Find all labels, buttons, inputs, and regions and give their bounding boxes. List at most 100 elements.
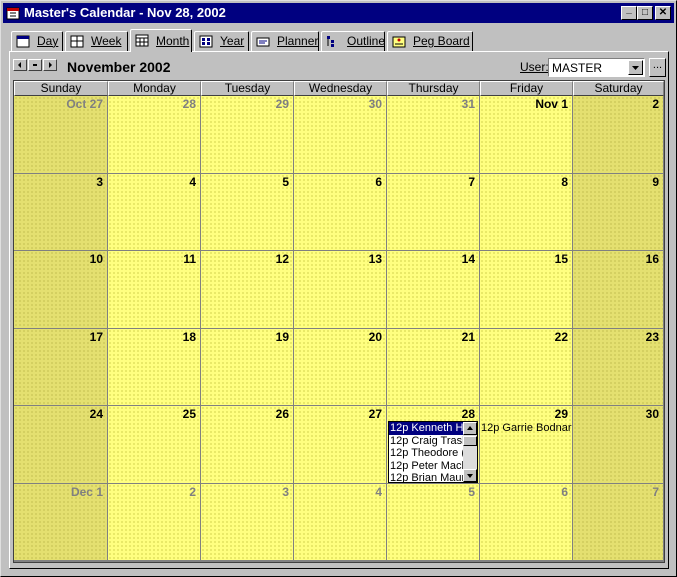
scroll-thumb[interactable] xyxy=(463,436,477,446)
event-item[interactable]: 12p Craig Trask xyxy=(389,435,464,448)
day-cell[interactable]: Nov 1 xyxy=(480,96,573,174)
next-month-button[interactable] xyxy=(43,59,57,71)
event-list-scrollbar[interactable] xyxy=(463,422,477,482)
day-cell[interactable]: 19 xyxy=(201,329,294,406)
day-cell[interactable]: 23 xyxy=(573,329,664,406)
day-cell[interactable]: 20 xyxy=(294,329,387,406)
year-view-icon xyxy=(199,35,213,48)
day-number: 26 xyxy=(275,407,289,421)
event-item[interactable]: 12p Kenneth H xyxy=(389,422,464,435)
event-item[interactable]: 12p Theodore ( xyxy=(389,447,464,460)
month-title: November 2002 xyxy=(67,59,171,75)
tab-peg-board[interactable]: Peg Board xyxy=(387,31,473,51)
day-cell[interactable]: 2 xyxy=(108,484,201,561)
tab-month[interactable]: Month xyxy=(130,29,192,52)
day-number: 5 xyxy=(468,485,475,499)
day-cell[interactable]: 29 xyxy=(201,96,294,174)
day-number: 4 xyxy=(189,175,196,189)
event-item[interactable]: 12p Brian Maur xyxy=(389,472,464,482)
day-number: 16 xyxy=(645,252,659,266)
event-item[interactable]: 12p Peter Macl xyxy=(389,460,464,473)
day-cell[interactable]: 26 xyxy=(201,406,294,484)
day-cell[interactable]: 4 xyxy=(294,484,387,561)
day-cell[interactable]: 6 xyxy=(480,484,573,561)
month-view-icon xyxy=(135,34,149,47)
event-list[interactable]: 12p Kenneth H 12p Craig Trask 12p Theodore… xyxy=(388,421,478,483)
day-cell[interactable]: 7 xyxy=(573,484,664,561)
day-number: 17 xyxy=(89,330,103,344)
day-cell[interactable]: 3 xyxy=(201,484,294,561)
day-cell[interactable]: 6 xyxy=(294,174,387,251)
day-number: Dec 1 xyxy=(70,485,103,499)
day-cell[interactable]: 8 xyxy=(480,174,573,251)
day-cell[interactable]: 29 12p Garrie Bodnar xyxy=(480,406,573,484)
day-cell[interactable]: 17 xyxy=(14,329,108,406)
tab-label: Day xyxy=(37,34,59,48)
chevron-down-icon xyxy=(632,66,639,70)
day-header-sunday: Sunday xyxy=(14,81,108,96)
event-item[interactable]: 12p Garrie Bodnar xyxy=(481,422,572,434)
day-number: 31 xyxy=(461,97,475,111)
day-cell[interactable]: 27 xyxy=(294,406,387,484)
month-grid: Sunday Monday Tuesday Wednesday Thursday… xyxy=(13,80,665,563)
day-cell[interactable]: 31 xyxy=(387,96,480,174)
tab-label: Planner xyxy=(277,34,319,48)
day-number: 3 xyxy=(96,175,103,189)
day-cell[interactable]: 16 xyxy=(573,251,664,329)
tab-week[interactable]: Week xyxy=(65,31,128,51)
day-number: 22 xyxy=(554,330,568,344)
day-cell[interactable]: 28 12p Kenneth H 12p Craig Trask 12p Theodo… xyxy=(387,406,480,484)
day-cell[interactable]: 7 xyxy=(387,174,480,251)
close-button[interactable]: ✕ xyxy=(655,6,671,20)
day-number: 10 xyxy=(89,252,103,266)
day-cell[interactable]: 14 xyxy=(387,251,480,329)
previous-month-button[interactable] xyxy=(13,59,27,71)
day-number: 21 xyxy=(461,330,475,344)
scroll-up-button[interactable] xyxy=(463,422,477,435)
day-cell[interactable]: 30 xyxy=(573,406,664,484)
day-cell[interactable]: 15 xyxy=(480,251,573,329)
day-cell[interactable]: 2 xyxy=(573,96,664,174)
day-number: 8 xyxy=(561,175,568,189)
title-bar[interactable]: Master's Calendar - Nov 28, 2002 _ □ ✕ xyxy=(3,3,674,23)
tab-outline[interactable]: Outline xyxy=(321,31,385,51)
peg-board-icon xyxy=(392,36,406,48)
day-number: 15 xyxy=(554,252,568,266)
minimize-button[interactable]: _ xyxy=(621,4,637,20)
day-cell[interactable]: 5 xyxy=(387,484,480,561)
day-cell[interactable]: Oct 27 xyxy=(14,96,108,174)
day-cell[interactable]: 5 xyxy=(201,174,294,251)
day-number: 29 xyxy=(275,97,289,111)
day-number: 14 xyxy=(461,252,475,266)
day-cell[interactable]: 3 xyxy=(14,174,108,251)
user-dropdown-button[interactable] xyxy=(628,60,643,75)
day-cell[interactable]: 25 xyxy=(108,406,201,484)
day-cell[interactable]: 28 xyxy=(108,96,201,174)
arrow-left-icon xyxy=(18,62,21,68)
day-number: 20 xyxy=(368,330,382,344)
day-cell[interactable]: 22 xyxy=(480,329,573,406)
day-cell[interactable]: 10 xyxy=(14,251,108,329)
day-cell[interactable]: 18 xyxy=(108,329,201,406)
user-options-button[interactable]: ... xyxy=(649,58,666,77)
day-cell[interactable]: 30 xyxy=(294,96,387,174)
tab-day[interactable]: Day xyxy=(11,31,63,51)
day-cell[interactable]: 24 xyxy=(14,406,108,484)
today-button[interactable] xyxy=(28,59,42,71)
tab-year[interactable]: Year xyxy=(194,31,249,51)
tab-planner[interactable]: Planner xyxy=(251,31,319,51)
day-cell[interactable]: Dec 1 xyxy=(14,484,108,561)
day-cell[interactable]: 11 xyxy=(108,251,201,329)
day-cell[interactable]: 9 xyxy=(573,174,664,251)
day-cell[interactable]: 12 xyxy=(201,251,294,329)
day-cell[interactable]: 13 xyxy=(294,251,387,329)
day-header-friday: Friday xyxy=(480,81,573,96)
day-cell[interactable]: 4 xyxy=(108,174,201,251)
maximize-icon: □ xyxy=(641,7,649,18)
calendar-app-icon xyxy=(6,7,20,20)
day-cell[interactable]: 21 xyxy=(387,329,480,406)
scroll-down-button[interactable] xyxy=(463,469,477,482)
user-select[interactable]: MASTER xyxy=(548,58,645,77)
day-header-wednesday: Wednesday xyxy=(294,81,387,96)
maximize-button[interactable]: □ xyxy=(637,6,653,20)
